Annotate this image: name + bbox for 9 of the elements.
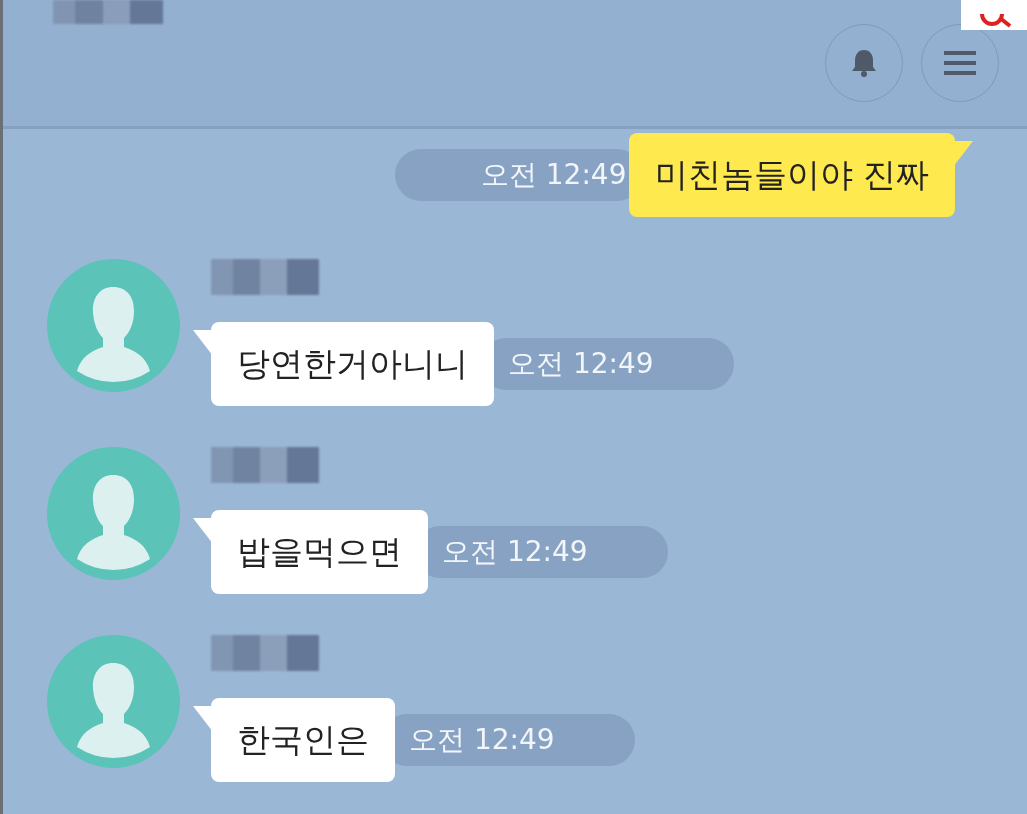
bubble-tail <box>193 330 213 356</box>
menu-icon <box>944 50 976 76</box>
bubble-tail <box>193 706 213 732</box>
avatar-icon[interactable] <box>47 635 180 768</box>
bell-icon <box>851 48 877 78</box>
bubble-tail <box>193 518 213 544</box>
bubble-tail <box>953 141 973 167</box>
avatar-icon[interactable] <box>47 447 180 580</box>
avatar-icon[interactable] <box>47 259 180 392</box>
